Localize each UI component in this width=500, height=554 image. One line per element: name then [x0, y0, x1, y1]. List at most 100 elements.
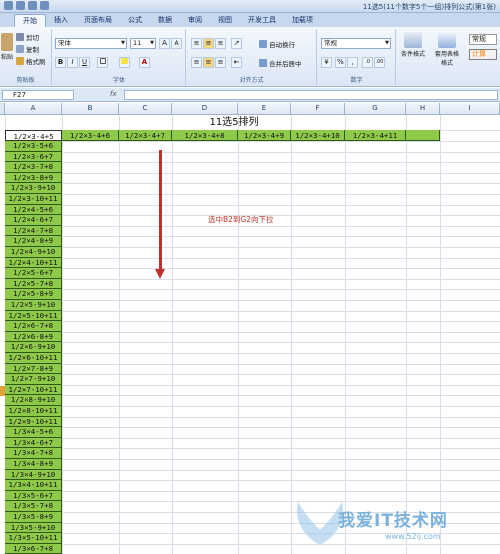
cut-button[interactable]: 剪切 — [16, 32, 39, 42]
column-header-g[interactable]: G — [345, 103, 406, 115]
header-cell[interactable]: 1/2×3-4+6 — [62, 130, 119, 141]
column-header-d[interactable]: D — [172, 103, 238, 115]
save-icon[interactable] — [16, 1, 25, 10]
wrap-text-button[interactable]: 自动换行 — [259, 39, 295, 49]
orientation-button[interactable]: ↗ — [231, 38, 242, 49]
align-left-button[interactable]: ≡ — [191, 57, 202, 68]
tab-review[interactable]: 审阅 — [180, 14, 210, 27]
column-a-cell[interactable]: 1/2×4-5+6 — [5, 204, 62, 216]
style-calculation[interactable]: 计算 — [469, 49, 497, 60]
border-button[interactable] — [97, 57, 108, 68]
column-a-cell[interactable]: 1/2×3-7+8 — [5, 162, 62, 173]
style-normal[interactable]: 常规 — [469, 34, 497, 45]
italic-button[interactable]: I — [67, 57, 78, 68]
format-as-table-button[interactable]: 套用表格格式 — [433, 32, 461, 67]
shrink-font-button[interactable]: A — [171, 38, 182, 49]
column-a-cell[interactable]: 1/2×7-9+10 — [5, 374, 62, 385]
column-a-cell[interactable]: 1/3×4-5+6 — [5, 427, 62, 438]
tab-view[interactable]: 视图 — [210, 14, 240, 27]
header-cell[interactable]: 1/2×3-4+8 — [172, 130, 238, 141]
column-a-cell[interactable]: 1/3×5-10+11 — [5, 533, 62, 544]
column-a-cell[interactable]: 1/3×6-7+8 — [5, 543, 62, 554]
column-a-cell[interactable]: 1/2×9-10+11 — [5, 416, 62, 428]
align-top-button[interactable]: ≡ — [191, 38, 202, 49]
office-button-icon[interactable] — [4, 1, 13, 10]
column-a-cell[interactable]: 1/3×4-8+9 — [5, 459, 62, 470]
column-a-cell[interactable]: 1/2×6-7+8 — [5, 321, 62, 332]
column-a-cell[interactable]: 1/2×4-10+11 — [5, 257, 62, 269]
column-header-c[interactable]: C — [119, 103, 172, 115]
font-color-button[interactable]: A — [139, 57, 150, 68]
column-a-cell[interactable]: 1/2×4-6+7 — [5, 215, 62, 226]
align-middle-button[interactable]: ≡ — [203, 38, 214, 49]
align-bottom-button[interactable]: ≡ — [215, 38, 226, 49]
column-a-cell[interactable]: 1/3×5-9+10 — [5, 522, 62, 534]
column-a-cell[interactable]: 1/3×5-7+8 — [5, 501, 62, 512]
column-a-cell[interactable]: 1/2×3-9+10 — [5, 183, 62, 194]
column-a-cell[interactable]: 1/3×5-8+9 — [5, 512, 62, 523]
column-a-cell[interactable]: 1/2×8-10+11 — [5, 406, 62, 417]
column-a-cell[interactable]: 1/2×8-9+10 — [5, 395, 62, 406]
decrease-decimal-button[interactable]: .00 — [374, 57, 385, 68]
tab-page-layout[interactable]: 页面布局 — [76, 14, 120, 27]
tab-addins[interactable]: 加载项 — [284, 14, 321, 27]
tab-home[interactable]: 开始 — [14, 14, 46, 27]
column-a-cell[interactable]: 1/2×5-10+11 — [5, 310, 62, 322]
column-a-cell[interactable]: 1/3×5-6+7 — [5, 490, 62, 502]
column-a-cell[interactable]: 1/2×4-9+10 — [5, 247, 62, 258]
copy-button[interactable]: 复制 — [16, 44, 39, 54]
column-header-a[interactable]: A — [5, 103, 62, 115]
merge-center-button[interactable]: 合并后居中 — [259, 58, 302, 68]
column-a-cell[interactable]: 1/2×3-8+9 — [5, 172, 62, 184]
column-header-i[interactable]: I — [440, 103, 500, 115]
format-painter-button[interactable]: 格式刷 — [16, 56, 46, 66]
increase-decimal-button[interactable]: .0 — [362, 57, 373, 68]
worksheet-grid[interactable]: A B C D E F G H I 11选5排列 1/2×3-4+5 1/2×3-… — [0, 103, 500, 554]
header-cell[interactable]: 1/2×3-4+10 — [291, 130, 345, 141]
bold-button[interactable]: B — [55, 57, 66, 68]
font-name-select[interactable]: 宋体 ▼ — [55, 38, 127, 49]
font-size-select[interactable]: 11 ▼ — [130, 38, 156, 49]
currency-button[interactable]: ¥ — [321, 57, 332, 68]
column-header-e[interactable]: E — [238, 103, 291, 115]
header-cell[interactable] — [406, 130, 440, 141]
align-center-button[interactable]: ≡ — [203, 57, 214, 68]
column-a-cell[interactable]: 1/2×7-10+11 — [5, 384, 62, 396]
align-right-button[interactable]: ≡ — [215, 57, 226, 68]
header-cell[interactable]: 1/2×3-4+9 — [238, 130, 291, 141]
percent-button[interactable]: % — [335, 57, 346, 68]
column-a-cell[interactable]: 1/2×7-8+9 — [5, 363, 62, 375]
column-a-cell[interactable]: 1/2×3-10+11 — [5, 194, 62, 205]
column-a-cell[interactable]: 1/3×4-7+8 — [5, 448, 62, 459]
decrease-indent-button[interactable]: ⇤ — [231, 57, 242, 68]
column-a-cell[interactable]: 1/2×6-8+9 — [5, 331, 62, 343]
column-a-cell[interactable]: 1/2×5-8+9 — [5, 289, 62, 300]
header-cell[interactable]: 1/2×3-4+5 — [5, 130, 62, 141]
column-a-cell[interactable]: 1/2×4-8+9 — [5, 236, 62, 247]
grow-font-button[interactable]: A — [159, 38, 170, 49]
column-header-f[interactable]: F — [291, 103, 345, 115]
comma-button[interactable]: , — [347, 57, 358, 68]
header-cell[interactable]: 1/2×3-4+7 — [119, 130, 172, 141]
fill-color-button[interactable] — [119, 57, 130, 68]
column-a-cell[interactable]: 1/3×4-10+11 — [5, 480, 62, 491]
column-a-cell[interactable]: 1/2×3-6+7 — [5, 151, 62, 163]
name-box[interactable]: F27 — [2, 90, 74, 100]
column-a-cell[interactable]: 1/2×3-5+6 — [5, 141, 62, 152]
tab-developer[interactable]: 开发工具 — [240, 14, 284, 27]
column-a-cell[interactable]: 1/2×5-9+10 — [5, 300, 62, 311]
underline-button[interactable]: U — [79, 57, 90, 68]
column-a-cell[interactable]: 1/2×5-6+7 — [5, 268, 62, 279]
formula-input[interactable] — [124, 90, 498, 100]
column-a-cell[interactable]: 1/2×4-7+8 — [5, 225, 62, 237]
tab-insert[interactable]: 插入 — [46, 14, 76, 27]
column-header-b[interactable]: B — [62, 103, 119, 115]
fx-icon[interactable]: fx — [110, 90, 117, 98]
column-a-cell[interactable]: 1/3×4-9+10 — [5, 469, 62, 481]
tab-formulas[interactable]: 公式 — [120, 14, 150, 27]
column-a-cell[interactable]: 1/3×4-6+7 — [5, 437, 62, 449]
tab-data[interactable]: 数据 — [150, 14, 180, 27]
redo-icon[interactable] — [40, 1, 49, 10]
paste-button[interactable]: 粘贴 — [0, 33, 14, 61]
column-a-cell[interactable]: 1/2×5-7+8 — [5, 278, 62, 290]
